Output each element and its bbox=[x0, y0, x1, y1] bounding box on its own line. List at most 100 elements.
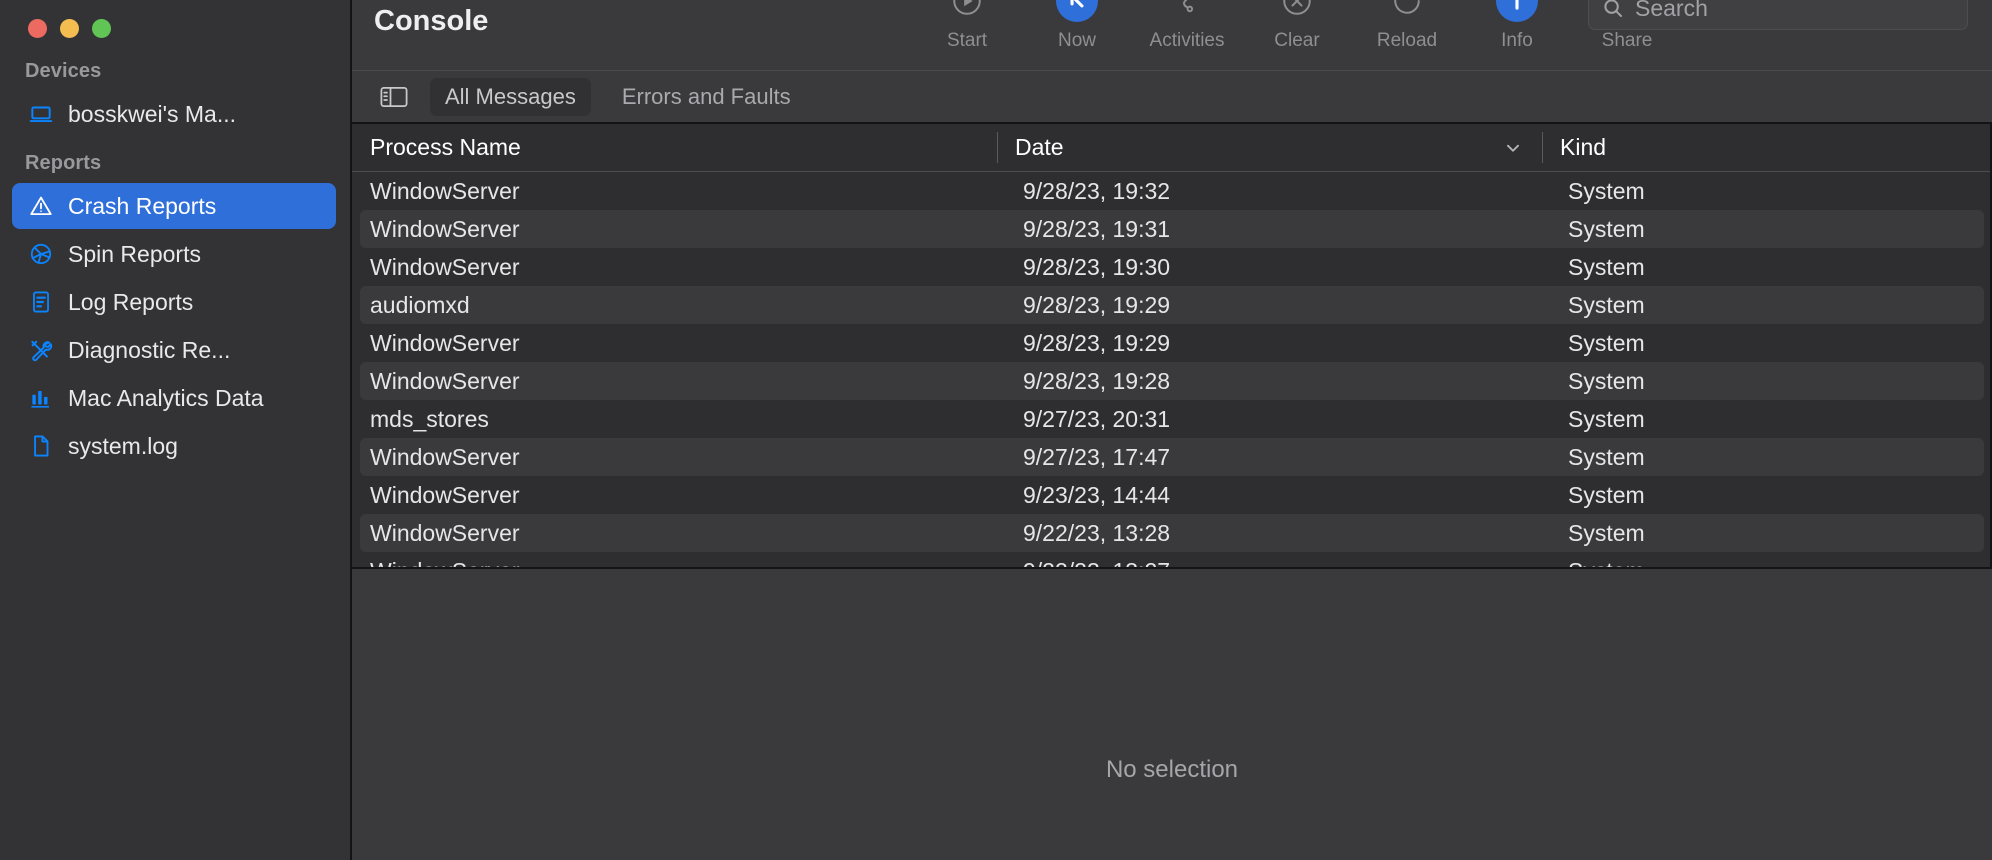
no-selection-label: No selection bbox=[1105, 755, 1239, 783]
table-row[interactable]: WindowServer 9/28/23, 19:30 System bbox=[360, 248, 1984, 286]
sidebar-item-crash-reports[interactable]: Crash Reports bbox=[12, 183, 336, 229]
cell-kind: System bbox=[1550, 558, 1984, 568]
cell-date: 9/27/23, 20:31 bbox=[1023, 405, 1171, 432]
document-lines-icon bbox=[28, 289, 54, 315]
warning-triangle-icon bbox=[28, 193, 54, 219]
column-header-label: Kind bbox=[1560, 134, 1607, 160]
sidebar-group-title-reports: Reports bbox=[25, 152, 102, 174]
sidebar-toggle-icon[interactable] bbox=[378, 84, 410, 110]
cell-date: 9/23/23, 14:44 bbox=[1023, 481, 1171, 508]
console-window: Devices bosskwei's Ma... Reports Crash R… bbox=[0, 0, 1992, 860]
cell-kind: System bbox=[1568, 481, 1645, 508]
traffic-lights bbox=[0, 0, 350, 46]
cell-kind: System bbox=[1568, 367, 1645, 394]
table-row[interactable]: WindowServer 9/28/23, 19:31 System bbox=[360, 210, 1984, 248]
table-header-row: Process Name Date Kind bbox=[352, 124, 1992, 172]
table-row[interactable]: mds_stores 9/27/23, 20:31 System bbox=[360, 400, 1984, 438]
cell-date: 9/28/23, 19:32 bbox=[1023, 177, 1171, 204]
sidebar: Devices bosskwei's Ma... Reports Crash R… bbox=[0, 0, 350, 860]
table-row[interactable]: WindowServer 9/28/23, 19:28 System bbox=[360, 362, 1984, 400]
cell-kind: System bbox=[1568, 291, 1645, 318]
toolbar-button-label: Now bbox=[1057, 30, 1096, 51]
sidebar-item-label: Mac Analytics Data bbox=[68, 384, 264, 411]
column-header-label: Date bbox=[1015, 134, 1064, 160]
cell-date: 9/28/23, 19:31 bbox=[1023, 215, 1171, 242]
toolbar-reload-button[interactable]: Reload bbox=[1352, 0, 1462, 52]
sidebar-item-spin-reports[interactable]: Spin Reports bbox=[12, 231, 336, 277]
laptop-icon bbox=[28, 101, 54, 127]
cell-kind: System bbox=[1568, 177, 1645, 204]
sidebar-item-label: system.log bbox=[68, 432, 178, 459]
cell-kind: System bbox=[1568, 215, 1645, 242]
toolbar: Console Start Now Activities Clear Reloa… bbox=[352, 0, 1992, 70]
main-area: Console Start Now Activities Clear Reloa… bbox=[350, 0, 1992, 860]
cell-process-name: audiomxd bbox=[370, 291, 470, 318]
spinner-pinwheel-icon bbox=[28, 241, 54, 267]
column-header-label: Process Name bbox=[370, 134, 521, 160]
close-window-button[interactable] bbox=[28, 19, 47, 38]
sidebar-item-label: Log Reports bbox=[68, 288, 194, 315]
table-row[interactable]: WindowServer 9/22/23, 13:28 System bbox=[360, 514, 1984, 552]
filter-segment-all-messages[interactable]: All Messages bbox=[430, 77, 591, 116]
toolbar-button-label: Share bbox=[1601, 30, 1653, 51]
toolbar-info-button[interactable]: Info bbox=[1462, 0, 1572, 52]
cell-date: 9/28/23, 19:30 bbox=[1023, 253, 1171, 280]
table-row[interactable]: audiomxd 9/28/23, 19:29 System bbox=[360, 286, 1984, 324]
table-row[interactable]: WindowServer 9/28/23, 19:29 System bbox=[360, 324, 1984, 362]
cell-date: 9/28/23, 19:29 bbox=[1023, 291, 1171, 318]
toolbar-now-button[interactable]: Now bbox=[1022, 0, 1132, 52]
cell-kind: System bbox=[1568, 253, 1645, 280]
info-circle-icon bbox=[1496, 0, 1538, 22]
sidebar-item-device[interactable]: bosskwei's Ma... bbox=[12, 91, 336, 137]
table-body: WindowServer 9/28/23, 19:32 System Windo… bbox=[352, 172, 1992, 567]
minimize-window-button[interactable] bbox=[60, 19, 79, 38]
toolbar-start-button[interactable]: Start bbox=[912, 0, 1022, 52]
cell-process-name: mds_stores bbox=[370, 405, 489, 432]
cell-date: 9/28/23, 19:28 bbox=[1023, 367, 1171, 394]
cell-process-name: WindowServer bbox=[370, 367, 520, 394]
cell-date: 9/22/23, 13:28 bbox=[1023, 519, 1171, 546]
page-title: Console bbox=[374, 5, 489, 37]
column-header-process-name[interactable]: Process Name bbox=[352, 124, 997, 171]
toolbar-clear-button[interactable]: Clear bbox=[1242, 0, 1352, 52]
cell-process-name: WindowServer bbox=[370, 215, 520, 242]
sidebar-item-log-reports[interactable]: Log Reports bbox=[12, 279, 336, 325]
search-input[interactable] bbox=[1635, 0, 1955, 22]
sidebar-item-diagnostic-reports[interactable]: Diagnostic Re... bbox=[12, 327, 336, 373]
sidebar-item-mac-analytics-data[interactable]: Mac Analytics Data bbox=[12, 375, 336, 421]
arrow-up-left-circle-icon bbox=[1056, 0, 1098, 22]
detail-pane: No selection bbox=[352, 567, 1992, 860]
column-header-kind[interactable]: Kind bbox=[1542, 124, 1992, 171]
column-header-date[interactable]: Date bbox=[997, 124, 1542, 171]
cell-date: 9/22/23, 13:27 bbox=[1005, 558, 1550, 568]
reload-circle-icon bbox=[1386, 0, 1428, 22]
activity-path-icon bbox=[1166, 0, 1208, 22]
sidebar-item-system-log[interactable]: system.log bbox=[12, 423, 336, 469]
search-icon bbox=[1601, 0, 1625, 20]
toolbar-activities-button[interactable]: Activities bbox=[1132, 0, 1242, 52]
cell-process-name: WindowServer bbox=[360, 558, 1005, 568]
filter-segment-errors-and-faults[interactable]: Errors and Faults bbox=[607, 78, 806, 116]
toolbar-button-label: Clear bbox=[1274, 30, 1320, 51]
cell-kind: System bbox=[1568, 329, 1645, 356]
toolbar-button-label: Activities bbox=[1149, 30, 1225, 51]
sidebar-item-label: Diagnostic Re... bbox=[68, 336, 231, 363]
file-icon bbox=[28, 433, 54, 459]
close-circle-icon bbox=[1276, 0, 1318, 22]
sidebar-item-label: Crash Reports bbox=[68, 192, 217, 219]
cell-kind: System bbox=[1568, 405, 1645, 432]
cell-process-name: WindowServer bbox=[370, 481, 520, 508]
toolbar-buttons: Start Now Activities Clear Reload Info S… bbox=[912, 0, 1682, 52]
cell-process-name: WindowServer bbox=[370, 519, 520, 546]
cell-kind: System bbox=[1568, 519, 1645, 546]
table-row[interactable]: WindowServer 9/22/23, 13:27 System bbox=[360, 552, 1984, 568]
table-row[interactable]: WindowServer 9/27/23, 17:47 System bbox=[360, 438, 1984, 476]
table-row[interactable]: WindowServer 9/23/23, 14:44 System bbox=[360, 476, 1984, 514]
search-field[interactable] bbox=[1588, 0, 1968, 30]
maximize-window-button[interactable] bbox=[92, 19, 111, 38]
cell-date: 9/28/23, 19:29 bbox=[1023, 329, 1171, 356]
table-row[interactable]: WindowServer 9/28/23, 19:32 System bbox=[360, 172, 1984, 210]
toolbar-button-label: Start bbox=[946, 30, 988, 51]
chevron-down-icon bbox=[1502, 137, 1524, 159]
filter-bar: All Messages Errors and Faults bbox=[352, 70, 1992, 122]
